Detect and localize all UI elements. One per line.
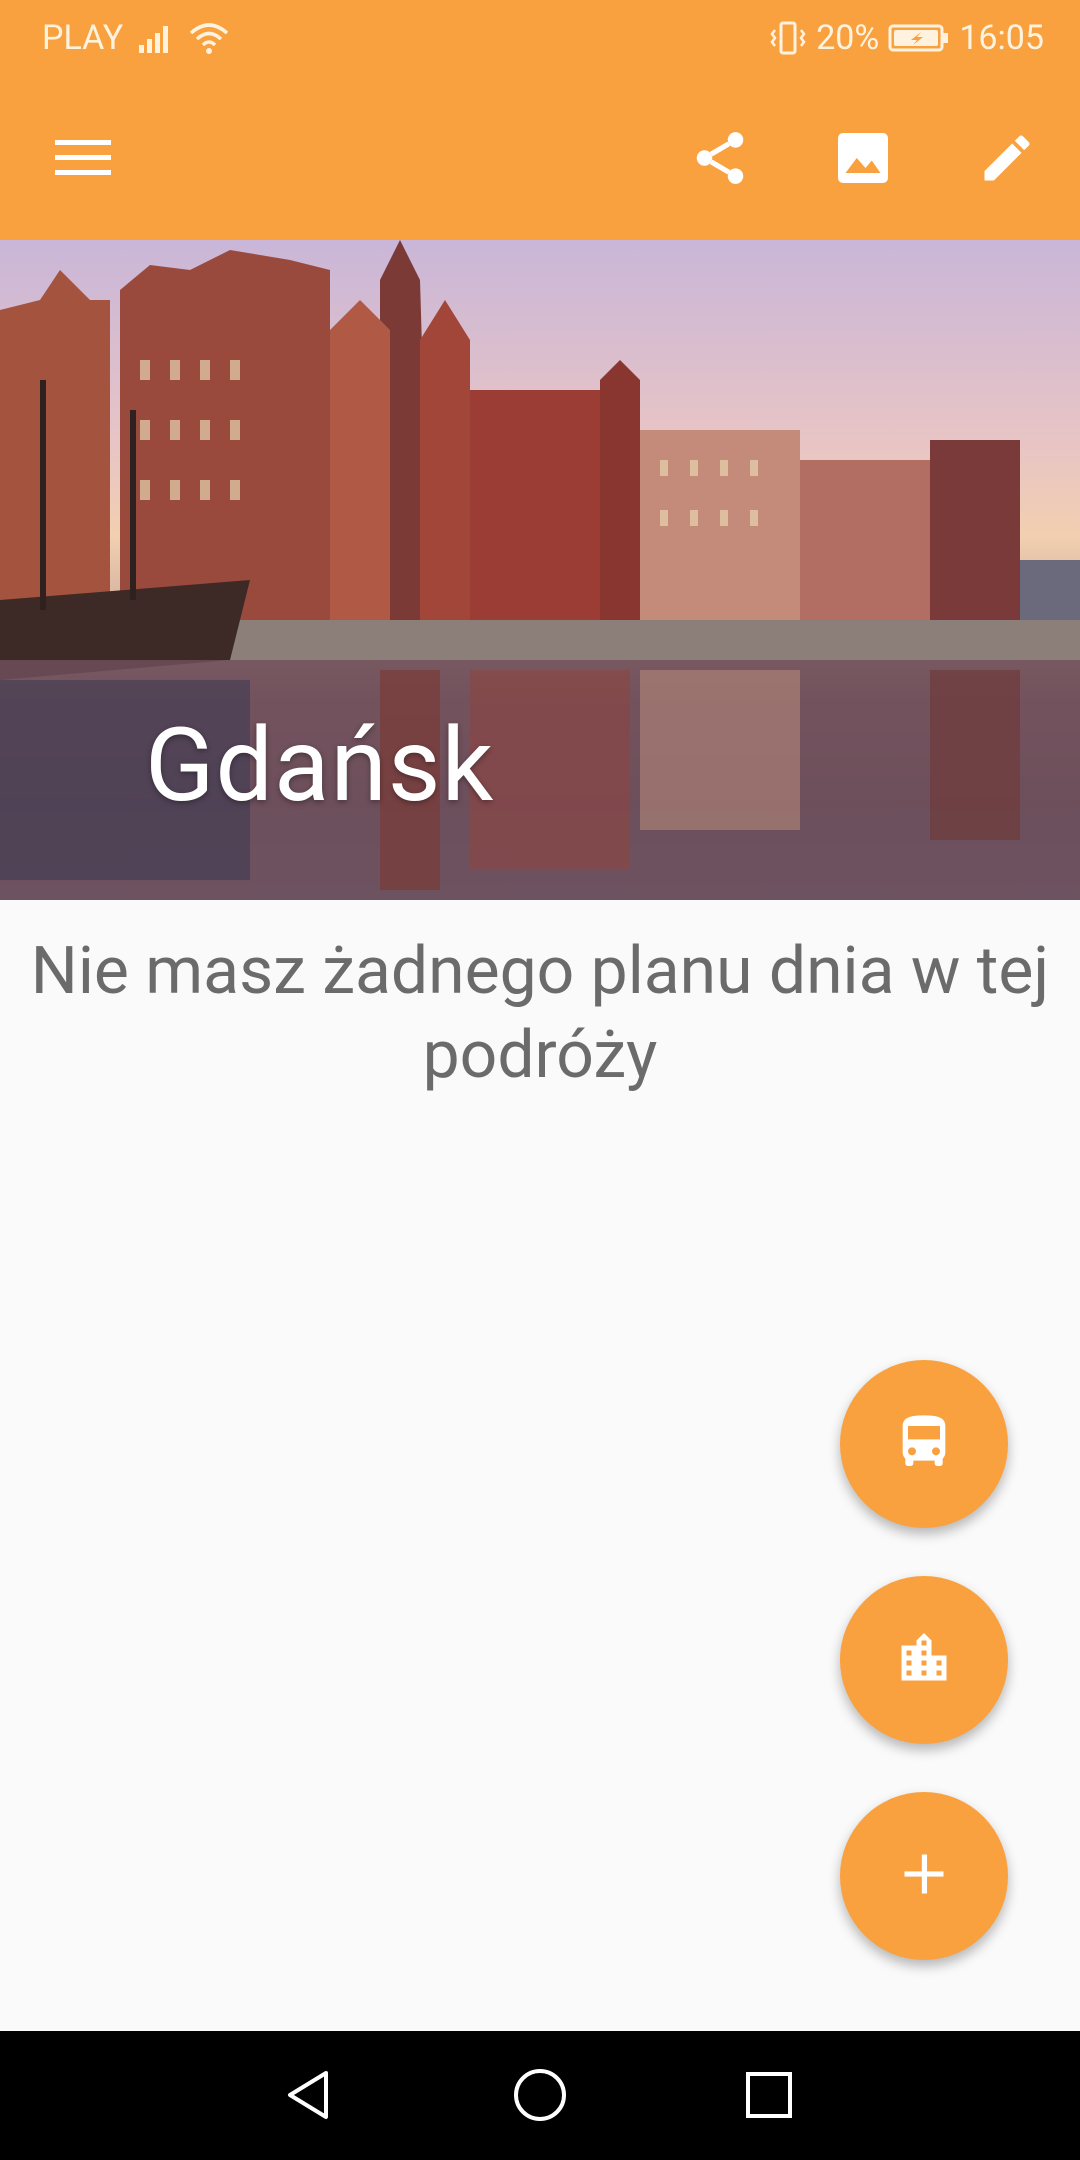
image-icon[interactable]: [820, 115, 906, 201]
status-bar: PLAY 20% 16:05: [0, 0, 1080, 75]
battery-percent: 20%: [816, 17, 880, 58]
city-fab-button[interactable]: [840, 1576, 1008, 1744]
battery-icon: [887, 21, 951, 55]
app-screen: PLAY 20% 16:05 Gdańsk Nie masz żadnego p…: [0, 0, 1080, 2160]
add-fab-button[interactable]: [840, 1792, 1008, 1960]
back-icon[interactable]: [272, 2059, 344, 2131]
home-icon[interactable]: [504, 2059, 576, 2131]
wifi-icon: [189, 21, 229, 55]
edit-icon[interactable]: [964, 115, 1050, 201]
signal-icon: [137, 21, 175, 55]
carrier-label: PLAY: [42, 17, 124, 58]
city-icon: [894, 1628, 954, 1692]
recents-icon[interactable]: [733, 2059, 805, 2131]
app-bar: [0, 75, 1080, 240]
vibrate-icon: [768, 20, 808, 56]
clock: 16:05: [959, 17, 1044, 58]
add-icon: [898, 1848, 950, 1904]
bus-icon: [892, 1410, 956, 1478]
system-nav-bar: [0, 2031, 1080, 2160]
empty-plan-message: Nie masz żadnego planu dnia w tej podróż…: [30, 933, 1050, 1094]
city-name: Gdańsk: [145, 705, 495, 825]
menu-icon[interactable]: [40, 115, 126, 201]
share-icon[interactable]: [677, 115, 763, 201]
city-hero-image: Gdańsk: [0, 240, 1080, 900]
bus-fab-button[interactable]: [840, 1360, 1008, 1528]
